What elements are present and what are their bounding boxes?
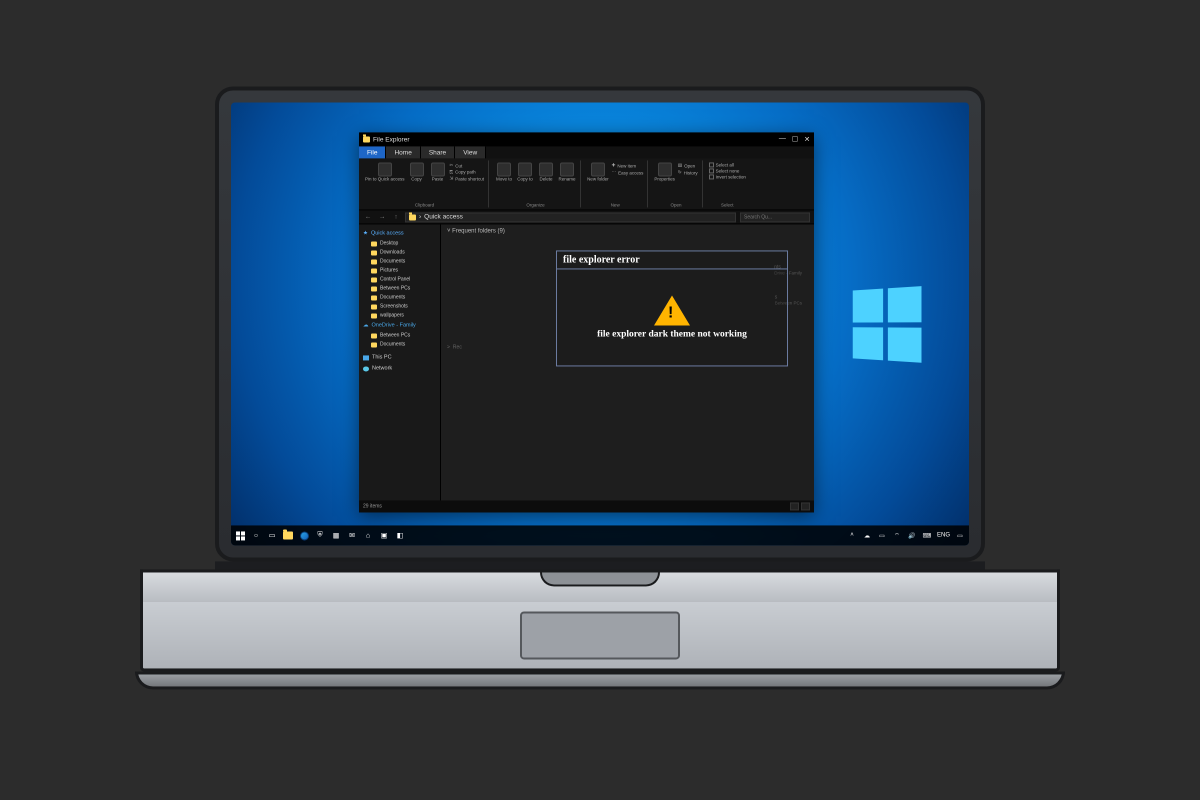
sidebar-item[interactable]: Documents xyxy=(361,257,438,265)
selectnone-button[interactable]: Select none xyxy=(709,168,746,173)
ribbon: Pin to Quick access Copy Paste ✂ Cut ⎘ C… xyxy=(359,158,814,210)
sidebar-item[interactable]: Pictures xyxy=(361,266,438,274)
rename-button[interactable]: Rename xyxy=(558,162,576,182)
section-frequent: ˅ Frequent folders (9) xyxy=(447,228,808,234)
sidebar-quickaccess[interactable]: ★ Quick access xyxy=(361,228,438,238)
laptop-device: File Explorer — ☐ ✕ File Home Share View xyxy=(215,86,985,689)
start-button[interactable] xyxy=(235,530,245,540)
tab-home[interactable]: Home xyxy=(386,146,420,158)
tab-share[interactable]: Share xyxy=(421,146,455,158)
tray-battery[interactable]: ▭ xyxy=(877,530,887,540)
laptop-hinge xyxy=(215,561,985,569)
content-pane[interactable]: ˅ Frequent folders (9) nts Drive - Famil… xyxy=(441,224,814,500)
window-title: File Explorer xyxy=(373,136,409,143)
nav-fwd[interactable]: → xyxy=(377,213,387,220)
file-explorer-window: File Explorer — ☐ ✕ File Home Share View xyxy=(359,132,814,512)
sidebar-network[interactable]: Network xyxy=(361,363,438,373)
laptop-keyboard-deck xyxy=(140,569,1060,601)
open-button[interactable]: ▤ Open xyxy=(678,162,698,168)
pin-button[interactable]: Pin to Quick access xyxy=(365,162,405,182)
view-icons[interactable] xyxy=(801,502,810,510)
app-icon xyxy=(363,136,370,142)
taskbar-app2[interactable]: ◧ xyxy=(395,530,405,540)
laptop-palmrest xyxy=(140,601,1060,671)
sidebar-item[interactable]: Between PCs xyxy=(361,284,438,292)
search-input[interactable]: Search Qu... xyxy=(740,212,810,222)
close-button[interactable]: ✕ xyxy=(804,135,810,143)
search-icon[interactable]: ○ xyxy=(251,530,261,540)
status-bar: 29 items xyxy=(359,500,814,512)
sidebar-item[interactable]: Screenshots xyxy=(361,302,438,310)
cut-button[interactable]: ✂ Cut xyxy=(450,162,485,168)
taskbar-security[interactable]: ⛨ xyxy=(315,530,325,540)
ribbon-tabs: File Home Share View xyxy=(359,146,814,158)
trackpad xyxy=(520,611,680,659)
sidebar-item[interactable]: wallpapers xyxy=(361,311,438,319)
taskbar-photos[interactable]: ▦ xyxy=(331,530,341,540)
tray-keyboard[interactable]: ⌨ xyxy=(922,530,932,540)
tray-volume[interactable]: 🔊 xyxy=(907,530,917,540)
screen-bezel: File Explorer — ☐ ✕ File Home Share View xyxy=(215,86,985,561)
tray-onedrive[interactable]: ☁ xyxy=(862,530,872,540)
taskbar-store[interactable]: ⌂ xyxy=(363,530,373,540)
view-details[interactable] xyxy=(790,502,799,510)
taskview-icon[interactable]: ▭ xyxy=(267,530,277,540)
laptop-front-edge xyxy=(135,671,1065,689)
paste-button[interactable]: Paste xyxy=(429,162,447,182)
newitem-button[interactable]: ✚ New item xyxy=(612,162,644,168)
delete-button[interactable]: Delete xyxy=(537,162,555,182)
newfolder-button[interactable]: New folder xyxy=(587,162,609,182)
copypath-button[interactable]: ⎘ Copy path xyxy=(450,169,485,174)
warning-icon xyxy=(654,295,690,325)
taskbar[interactable]: ○ ▭ ⛨ ▦ ✉ ⌂ ▣ ◧ ˄ ☁ ▭ ⌔ 🔊 ⌨ xyxy=(231,525,969,545)
sidebar-item[interactable]: Documents xyxy=(361,340,438,348)
copyto-button[interactable]: Copy to xyxy=(516,162,534,182)
taskbar-edge[interactable] xyxy=(299,530,309,540)
sidebar-item[interactable]: Downloads xyxy=(361,248,438,256)
sidebar-onedrive[interactable]: ☁ OneDrive - Family xyxy=(361,320,438,330)
sidebar-item[interactable]: Control Panel xyxy=(361,275,438,283)
copy-button[interactable]: Copy xyxy=(408,162,426,182)
invertselection-button[interactable]: Invert selection xyxy=(709,174,746,179)
titlebar[interactable]: File Explorer — ☐ ✕ xyxy=(359,132,814,146)
sidebar-item[interactable]: Documents xyxy=(361,293,438,301)
tray-notifications[interactable]: ▭ xyxy=(955,530,965,540)
navigation-pane[interactable]: ★ Quick access Desktop Downloads Documen… xyxy=(359,224,441,500)
pasteshortcut-button[interactable]: ⇲ Paste shortcut xyxy=(450,175,485,181)
status-item-count: 29 items xyxy=(363,503,382,509)
nav-back[interactable]: ← xyxy=(363,213,373,220)
selectall-button[interactable]: Select all xyxy=(709,162,746,167)
nav-up[interactable]: ↑ xyxy=(391,213,401,220)
windows-logo xyxy=(853,286,922,363)
error-dialog: file explorer error file explorer dark t… xyxy=(556,250,788,366)
sidebar-item[interactable]: Between PCs xyxy=(361,331,438,339)
error-title: file explorer error xyxy=(557,251,787,269)
tab-file[interactable]: File xyxy=(359,146,386,158)
taskbar-app[interactable]: ▣ xyxy=(379,530,389,540)
tray-network[interactable]: ⌔ xyxy=(892,530,902,540)
breadcrumb[interactable]: › Quick access xyxy=(405,212,736,222)
sidebar-item[interactable]: Desktop xyxy=(361,239,438,247)
error-message: file explorer dark theme not working xyxy=(597,329,747,339)
minimize-button[interactable]: — xyxy=(779,135,786,143)
address-bar: ← → ↑ › Quick access Search Qu... xyxy=(359,210,814,224)
easyaccess-button[interactable]: ⋯ Easy access xyxy=(612,169,644,175)
properties-button[interactable]: Properties xyxy=(654,162,675,182)
moveto-button[interactable]: Move to xyxy=(495,162,513,182)
folder-icon xyxy=(409,214,416,220)
taskbar-explorer[interactable] xyxy=(283,530,293,540)
sidebar-thispc[interactable]: This PC xyxy=(361,352,438,362)
taskbar-mail[interactable]: ✉ xyxy=(347,530,357,540)
section-recent: ˃ Rec xyxy=(447,344,462,350)
tab-view[interactable]: View xyxy=(455,146,486,158)
tray-chevron[interactable]: ˄ xyxy=(847,530,857,540)
desktop: File Explorer — ☐ ✕ File Home Share View xyxy=(231,102,969,545)
laptop-notch xyxy=(540,572,660,586)
maximize-button[interactable]: ☐ xyxy=(792,135,798,143)
history-button[interactable]: ↻ History xyxy=(678,169,698,175)
tray-language[interactable]: ENG xyxy=(937,532,950,538)
